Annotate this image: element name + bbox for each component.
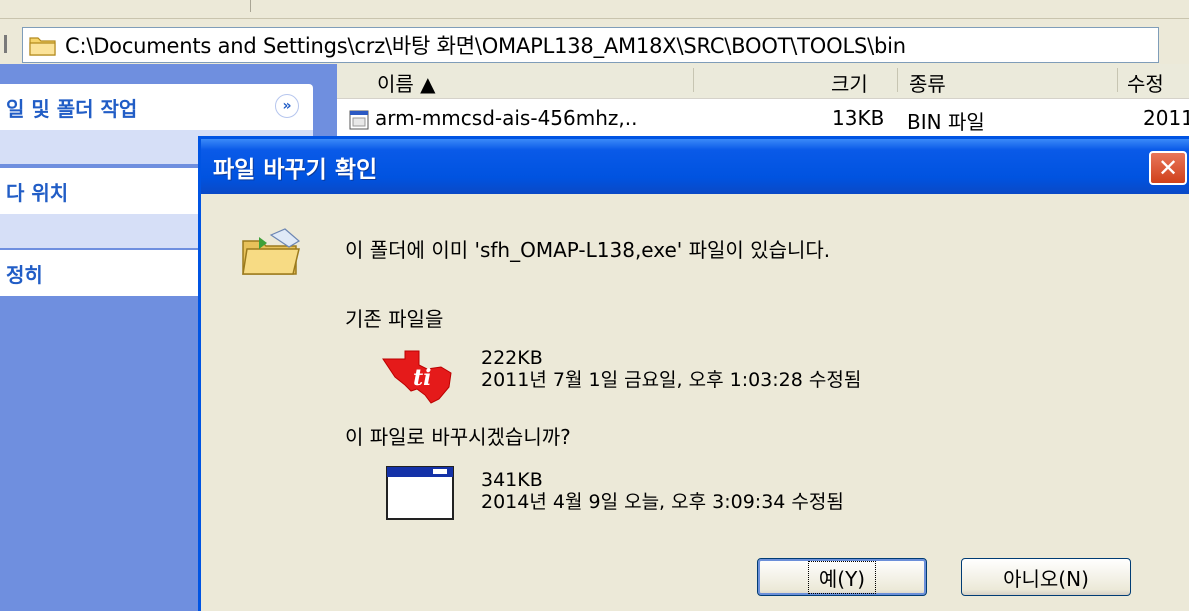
task-section-label: 정히 [6,262,43,287]
close-button[interactable]: ✕ [1149,151,1187,185]
task-section-header-file-folder[interactable]: 일 및 폴더 작업 » [0,84,313,130]
column-header-size[interactable]: 크기 [831,68,868,97]
column-separator[interactable] [1117,68,1118,92]
address-bar-grip [4,35,7,53]
bin-file-icon [349,110,369,135]
address-path: C:\Documents and Settings\crz\바탕 화면\OMAP… [65,34,906,58]
table-row[interactable]: arm-mmcsd-ais-456mhz,.. 13KB BIN 파일 2011 [337,102,1189,136]
file-modified: 2011 [1143,106,1189,130]
column-header-name[interactable]: 이름 ▲ [377,68,436,97]
task-section-label: 일 및 폴더 작업 [6,96,138,121]
new-file-date: 2014년 4월 9일 오늘, 오후 3:09:34 수정됨 [481,491,844,513]
dialog-titlebar[interactable]: 파일 바꾸기 확인 ✕ [201,139,1189,194]
application-window-icon [385,465,455,525]
column-header-modified[interactable]: 수정 [1127,68,1164,97]
svg-text:ti: ti [413,365,432,391]
file-size: 13KB [832,106,885,130]
toolbar-strip [0,0,1189,19]
column-separator[interactable] [897,68,898,92]
column-header-type[interactable]: 종류 [909,68,946,97]
toolbar-separator [250,0,251,12]
file-name: arm-mmcsd-ais-456mhz,.. [375,106,638,130]
file-type: BIN 파일 [907,110,985,134]
new-file-size: 341KB [481,469,543,491]
address-bar: C:\Documents and Settings\crz\바탕 화면\OMAP… [0,23,1189,63]
dialog-title: 파일 바꾸기 확인 [213,156,378,183]
address-input[interactable]: C:\Documents and Settings\crz\바탕 화면\OMAP… [22,27,1159,63]
task-section-label: 다 위치 [6,180,69,205]
close-icon: ✕ [1157,154,1179,182]
existing-file-date: 2011년 7월 1일 금요일, 오후 1:03:28 수정됨 [481,369,862,391]
confirm-replace-dialog: 파일 바꾸기 확인 ✕ 이 폴더에 이미 'sfh_OMAP-L138,exe'… [198,136,1189,611]
no-button-label: 아니오(N) [1003,566,1089,591]
existing-file-label: 기존 파일을 [345,307,444,331]
dialog-message: 이 폴더에 이미 'sfh_OMAP-L138,exe' 파일이 있습니다. [345,238,831,262]
folder-icon [29,34,59,56]
existing-file-size: 222KB [481,347,543,369]
column-separator[interactable] [693,68,694,92]
chevron-down-icon[interactable]: » [275,94,299,118]
yes-button-label: 예(Y) [807,560,877,594]
no-button[interactable]: 아니오(N) [961,558,1131,596]
folder-move-icon [237,227,309,283]
replace-question: 이 파일로 바꾸시겠습니까? [345,425,571,449]
list-header: 이름 ▲ 크기 종류 수정 [337,64,1189,99]
yes-button[interactable]: 예(Y) [757,558,927,596]
texas-instruments-icon: ti [381,349,455,409]
